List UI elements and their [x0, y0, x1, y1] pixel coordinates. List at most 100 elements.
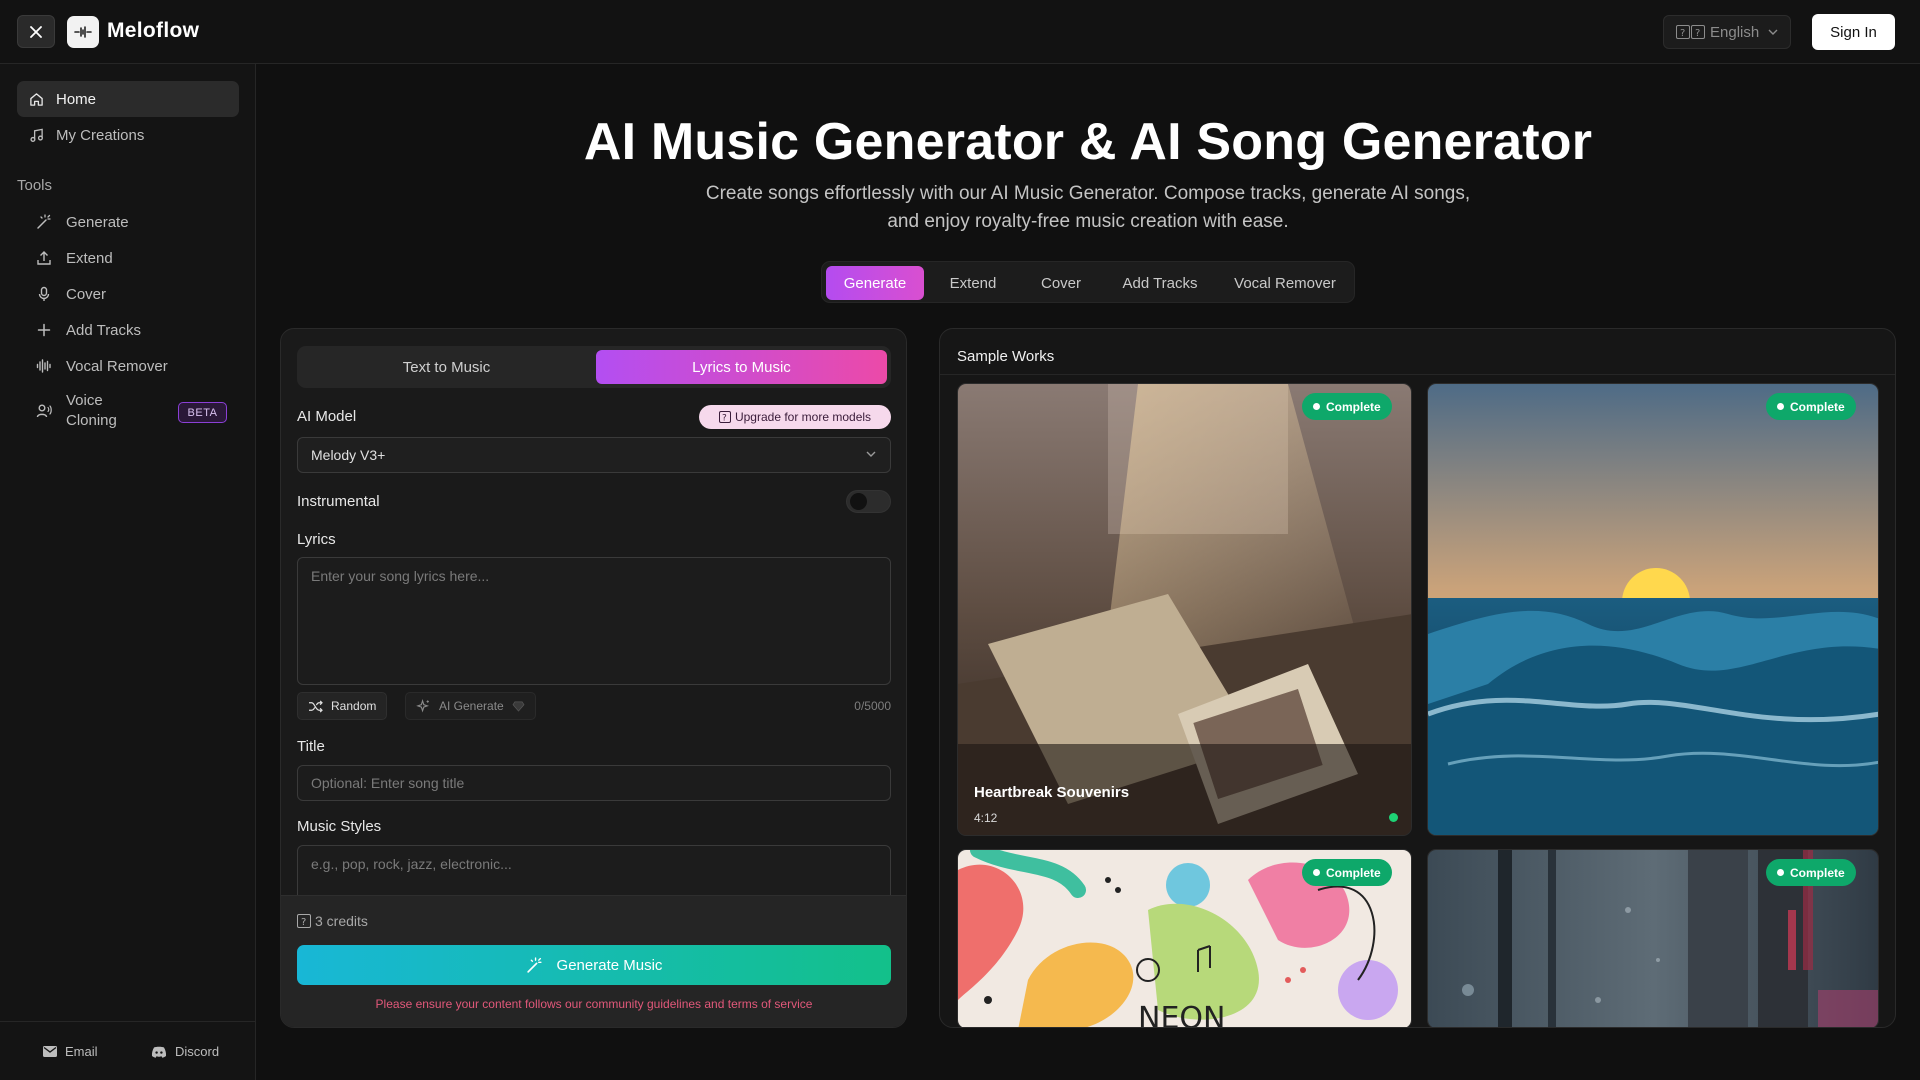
email-link[interactable]: Email: [43, 1044, 98, 1059]
random-lyrics-button[interactable]: Random: [297, 692, 388, 720]
sidebar-item-label: Extend: [66, 249, 113, 267]
ai-model-select[interactable]: Melody V3+: [297, 437, 891, 473]
status-dot-icon: [1313, 869, 1320, 876]
language-label: English: [1710, 23, 1760, 41]
microphone-icon: [36, 286, 52, 302]
status-badge: Complete: [1302, 393, 1392, 420]
tab-extend[interactable]: Extend: [928, 266, 1018, 300]
logo-icon: [74, 26, 92, 38]
tab-add-tracks[interactable]: Add Tracks: [1104, 266, 1216, 300]
feature-tabs: Generate Extend Cover Add Tracks Vocal R…: [821, 261, 1355, 303]
generator-form-panel: Text to Music Lyrics to Music AI Model ?…: [280, 328, 907, 1028]
tools-section-label: Tools: [17, 177, 53, 194]
tab-cover[interactable]: Cover: [1022, 266, 1100, 300]
tab-vocal-remover[interactable]: Vocal Remover: [1220, 266, 1350, 300]
music-note-icon: [29, 128, 44, 143]
sparkle-icon: [416, 698, 431, 714]
sample-card[interactable]: Complete: [1427, 849, 1879, 1027]
brand-name[interactable]: Meloflow: [107, 19, 199, 43]
sidebar-item-label: My Creations: [56, 126, 145, 144]
lyrics-textarea[interactable]: Enter your song lyrics here...: [297, 557, 891, 685]
upgrade-models-button[interactable]: ? Upgrade for more models: [699, 405, 891, 429]
sample-card[interactable]: NEON Complete: [957, 849, 1412, 1028]
sidebar-item-vocal-remover[interactable]: Vocal Remover: [28, 349, 238, 383]
translate-icon: ??: [1676, 25, 1706, 39]
voice-wave-icon: [36, 403, 52, 419]
sidebar-item-label: Cover: [66, 285, 107, 303]
mode-text-to-music[interactable]: Text to Music: [301, 350, 592, 384]
tab-generate[interactable]: Generate: [826, 266, 924, 300]
generate-music-label: Generate Music: [556, 956, 663, 974]
generate-music-button[interactable]: Generate Music: [297, 945, 891, 985]
ai-model-label: AI Model: [297, 408, 357, 425]
sidebar-item-cover[interactable]: Cover: [28, 277, 238, 311]
mode-switch: Text to Music Lyrics to Music: [297, 346, 891, 388]
upgrade-label: Upgrade for more models: [734, 410, 872, 424]
credits-icon: ?: [297, 914, 311, 928]
instrumental-label: Instrumental: [297, 493, 380, 510]
song-title-input[interactable]: Optional: Enter song title: [297, 765, 891, 801]
svg-text:?: ?: [301, 917, 306, 928]
mail-icon: [43, 1046, 57, 1057]
sign-in-button[interactable]: Sign In: [1812, 14, 1895, 50]
credits-label: 3 credits: [315, 913, 368, 929]
sidebar-item-my-creations[interactable]: My Creations: [17, 117, 239, 153]
sample-card-art-text: NEON: [1138, 1001, 1225, 1028]
sidebar-item-extend[interactable]: Extend: [28, 241, 238, 275]
status-badge: Complete: [1766, 859, 1856, 886]
sidebar-item-label: Generate: [66, 213, 129, 231]
beta-badge: BETA: [178, 402, 227, 423]
sample-card-title: Heartbreak Souvenirs: [974, 784, 1130, 801]
top-bar: Meloflow ?? English Sign In: [0, 0, 1920, 64]
svg-text:?: ?: [1680, 28, 1685, 39]
voice-cloning-label-line1: Voice: [66, 392, 103, 409]
status-label: Complete: [1790, 399, 1845, 414]
credits-info: ? 3 credits: [297, 913, 368, 929]
chevron-down-icon: [1768, 29, 1778, 35]
status-label: Complete: [1326, 399, 1381, 414]
upload-icon: [36, 250, 52, 266]
close-icon: [30, 25, 42, 38]
ai-generate-label: AI Generate: [439, 699, 504, 713]
close-button[interactable]: [17, 15, 55, 48]
sidebar-item-label: Add Tracks: [66, 321, 142, 339]
instrumental-toggle[interactable]: [846, 490, 891, 513]
status-dot-icon: [1777, 869, 1784, 876]
discord-icon: [151, 1046, 167, 1058]
sample-card-artwork: [958, 384, 1411, 835]
sidebar-footer: Email Discord: [0, 1021, 256, 1080]
page-title: AI Music Generator & AI Song Generator: [583, 113, 1593, 171]
status-badge: Complete: [1766, 393, 1856, 420]
status-dot-icon: [1313, 403, 1320, 410]
ai-generate-lyrics-button[interactable]: AI Generate: [405, 692, 536, 720]
status-badge: Complete: [1302, 859, 1392, 886]
mode-lyrics-to-music[interactable]: Lyrics to Music: [596, 350, 887, 384]
form-footer: ? 3 credits Generate Music Please ensure…: [281, 895, 906, 1027]
sample-card[interactable]: Complete Heartbreak Souvenirs 4:12: [957, 383, 1412, 836]
content-guidelines-notice: Please ensure your content follows our c…: [375, 997, 813, 1011]
sidebar-item-label: Vocal Remover: [66, 357, 168, 375]
status-label: Complete: [1326, 865, 1381, 880]
sidebar-item-home[interactable]: Home: [17, 81, 239, 117]
music-styles-label: Music Styles: [297, 818, 382, 835]
logo[interactable]: [67, 16, 99, 48]
sidebar-item-generate[interactable]: Generate: [28, 205, 238, 239]
random-label: Random: [331, 699, 377, 713]
sample-card-duration: 4:12: [974, 811, 998, 825]
language-selector[interactable]: ?? English: [1663, 15, 1791, 49]
diamond-icon: [512, 701, 525, 712]
playing-indicator-icon: [1389, 813, 1398, 822]
page-subtitle: Create songs effortlessly with our AI Mu…: [705, 183, 1471, 232]
discord-link[interactable]: Discord: [151, 1044, 219, 1059]
sample-works-panel: Sample Works Complete Heartbreak Souveni…: [939, 328, 1896, 1028]
lyrics-label: Lyrics: [297, 531, 336, 548]
sample-card[interactable]: Complete: [1427, 383, 1879, 836]
toggle-knob: [850, 493, 867, 510]
waveform-icon: [36, 358, 52, 374]
magic-wand-icon: [36, 214, 52, 230]
sidebar-item-add-tracks[interactable]: Add Tracks: [28, 313, 238, 347]
magic-wand-icon: [526, 956, 543, 974]
sample-works-title: Sample Works: [957, 348, 1055, 365]
svg-text:?: ?: [1695, 28, 1700, 39]
sample-card-artwork: [1428, 384, 1878, 835]
